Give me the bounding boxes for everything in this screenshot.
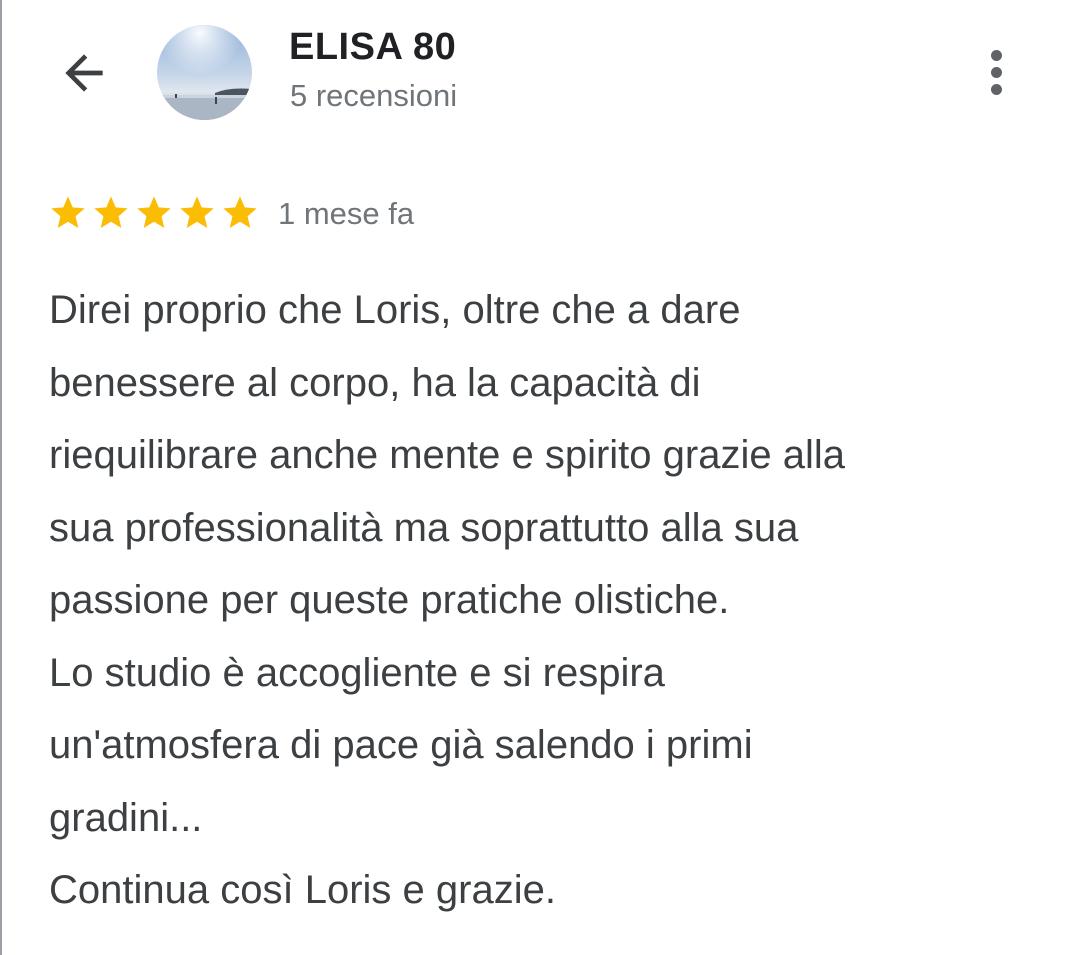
star-icon (134, 193, 174, 233)
review-text-line: un'atmosfera di pace già salendo i primi (49, 723, 753, 767)
review-count: 5 recensioni (290, 78, 458, 113)
review-text: Direi proprio che Loris, oltre che a dar… (49, 274, 1049, 927)
review-text-line: passione per queste pratiche olistiche. (49, 578, 730, 622)
more-vert-icon-dot (990, 66, 1002, 78)
more-vert-icon (990, 49, 1002, 61)
review-text-line: Lo studio è accogliente e si respira (49, 650, 665, 695)
window-edge (0, 0, 2, 955)
review-text-line: Direi proprio che Loris, oltre che a dar… (49, 288, 741, 332)
review-text-line: riequilibrare anche mente e spirito graz… (49, 433, 845, 477)
avatar[interactable] (157, 25, 252, 120)
more-options-button[interactable] (970, 40, 1022, 104)
star-rating (48, 193, 260, 233)
star-icon (177, 193, 217, 233)
reviewer-name[interactable]: ELISA 80 (289, 26, 456, 69)
review-text-line: gradini... (49, 795, 203, 840)
arrow-back-icon (65, 54, 103, 92)
review-text-line: Continua così Loris e grazie. (49, 868, 556, 912)
star-icon (91, 193, 131, 233)
review-text-line: benessere al corpo, ha la capacità di (49, 360, 701, 405)
more-vert-icon-dot (990, 83, 1002, 95)
review-date: 1 mese fa (278, 196, 415, 231)
avatar-photo (157, 25, 252, 120)
star-icon (220, 193, 260, 233)
back-button[interactable] (44, 33, 124, 113)
star-icon (48, 193, 88, 233)
review-text-line: sua professionalità ma soprattutto alla … (49, 505, 799, 550)
